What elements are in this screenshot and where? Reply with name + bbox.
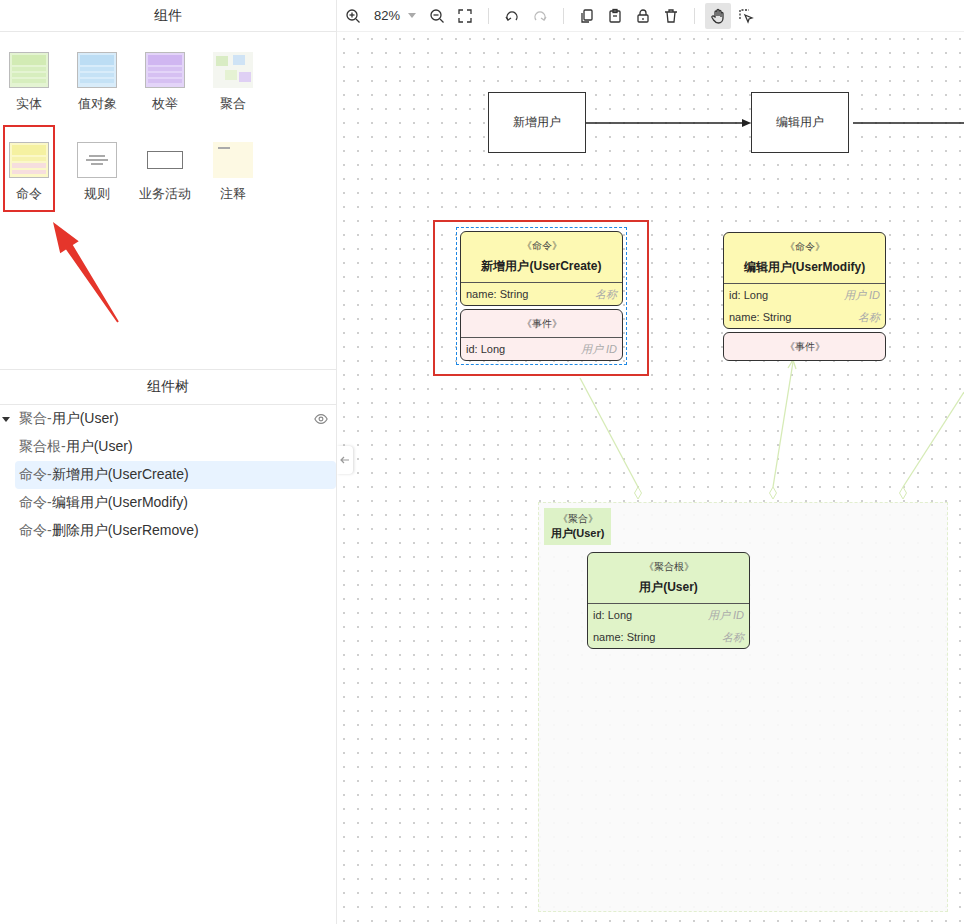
aggregate-thumbnail-icon [213,52,253,88]
zoom-in-button[interactable] [340,3,366,29]
fit-button[interactable] [452,3,478,29]
command-card[interactable]: 《命令》 新增用户(UserCreate) name: String名称 [460,231,623,306]
field-row[interactable]: name: String名称 [461,283,622,305]
palette-item[interactable]: 注释 [207,125,259,212]
note-thumbnail-icon [213,142,253,178]
stereotype: 《事件》 [728,340,881,354]
palette-item[interactable]: 聚合 [207,35,259,122]
value-object-thumbnail-icon [77,52,117,88]
card-title: 用户(User) [592,578,745,596]
paste-button[interactable] [602,3,628,29]
command-card[interactable]: 《命令》 编辑用户(UserModify) id: Long用户 IDname:… [723,232,886,329]
rule-thumbnail-icon [77,142,117,178]
field-row[interactable]: id: Long用户 ID [588,604,749,626]
palette-item[interactable]: 业务活动 [139,125,191,212]
entity-thumbnail-icon [9,52,49,88]
select-icon [738,8,754,24]
root-card[interactable]: 《聚合根》 用户(User) id: Long用户 IDname: String… [587,552,750,649]
enum-thumbnail-icon [145,52,185,88]
zoom-select[interactable]: 82% [368,8,422,23]
expand-caret-icon[interactable] [2,415,10,423]
tree-item[interactable]: 聚合-用户(User) [15,405,336,433]
toolbar-separator [694,8,695,24]
event-card[interactable]: 《事件》 id: Long用户 ID [460,309,623,361]
tree-item[interactable]: 命令-删除用户(UserRemove) [15,517,336,545]
arrow-left-icon [339,454,351,466]
lock-button[interactable] [630,3,656,29]
command-node[interactable]: 《命令》 编辑用户(UserModify) id: Long用户 IDname:… [723,232,886,361]
tree-title: 组件树 [0,369,336,405]
tree-item[interactable]: 聚合根-用户(User) [15,433,336,461]
palette-title: 组件 [0,0,336,32]
app: 组件 实体 值对象 枚举 聚合 命令 规则 业务活动 注释 组件树 聚合-用户(… [0,0,964,924]
toolbar: 82% [337,0,964,32]
undo-icon [504,8,520,24]
toolbar-separator [563,8,564,24]
aggregate-container[interactable]: 《聚合》 用户(User) 《聚合根》 用户(User) id: Long用户 … [538,502,948,912]
delete-icon [663,8,679,24]
command-node[interactable]: 《命令》 新增用户(UserCreate) name: String名称 《事件… [460,231,623,361]
fit-icon [457,8,473,24]
palette-item[interactable]: 规则 [71,125,123,212]
aggregate-label: 《聚合》 用户(User) [544,508,611,545]
field-row[interactable]: id: Long用户 ID [461,338,622,360]
zoom-out-icon [429,8,445,24]
dropdown-caret-icon [408,13,416,19]
field-row[interactable]: id: Long用户 ID [724,284,885,306]
eye-icon[interactable] [314,412,328,426]
hand-button[interactable] [705,3,731,29]
lock-icon [635,8,651,24]
field-row[interactable]: name: String名称 [724,306,885,328]
stereotype: 《命令》 [465,239,618,253]
business-activity[interactable]: 编辑用户 [751,92,849,153]
field-row[interactable]: name: String名称 [588,626,749,648]
business-activity[interactable]: 新增用户 [488,92,586,153]
palette-item[interactable]: 枚举 [139,35,191,122]
paste-icon [607,8,623,24]
sidebar: 组件 实体 值对象 枚举 聚合 命令 规则 业务活动 注释 组件树 聚合-用户(… [0,0,337,924]
event-card[interactable]: 《事件》 [723,332,886,361]
palette: 实体 值对象 枚举 聚合 命令 规则 业务活动 注释 [0,32,336,369]
canvas[interactable]: 新增用户 编辑用户 《命令》 新增用户(UserCreate) name: Str… [337,32,964,924]
redo-button[interactable] [527,3,553,29]
collapse-sidebar-button[interactable] [337,446,353,474]
palette-item[interactable]: 值对象 [71,35,123,122]
stereotype: 《事件》 [465,317,618,331]
zoom-out-button[interactable] [424,3,450,29]
tree-item[interactable]: 命令-新增用户(UserCreate) [15,461,336,489]
undo-button[interactable] [499,3,525,29]
card-title: 新增用户(UserCreate) [465,257,618,275]
editor: 82% 新增用户 编辑用户 《命令》 新增用户(UserCreate) name:… [337,0,964,924]
redo-icon [532,8,548,24]
palette-item[interactable]: 实体 [3,35,55,122]
select-button[interactable] [733,3,759,29]
toolbar-separator [488,8,489,24]
tree-item[interactable]: 命令-编辑用户(UserModify) [15,489,336,517]
command-thumbnail-icon [9,142,49,178]
callout-arrow-icon [0,0,130,330]
activity-thumbnail-icon [145,142,185,178]
delete-button[interactable] [658,3,684,29]
hand-icon [710,8,726,24]
stereotype: 《命令》 [728,240,881,254]
palette-item[interactable]: 命令 [3,125,55,212]
zoom-in-icon [345,8,361,24]
card-title: 编辑用户(UserModify) [728,258,881,276]
copy-button[interactable] [574,3,600,29]
stereotype: 《聚合根》 [592,560,745,574]
component-tree: 聚合-用户(User) 聚合根-用户(User) 命令-新增用户(UserCre… [0,405,336,545]
copy-icon [579,8,595,24]
